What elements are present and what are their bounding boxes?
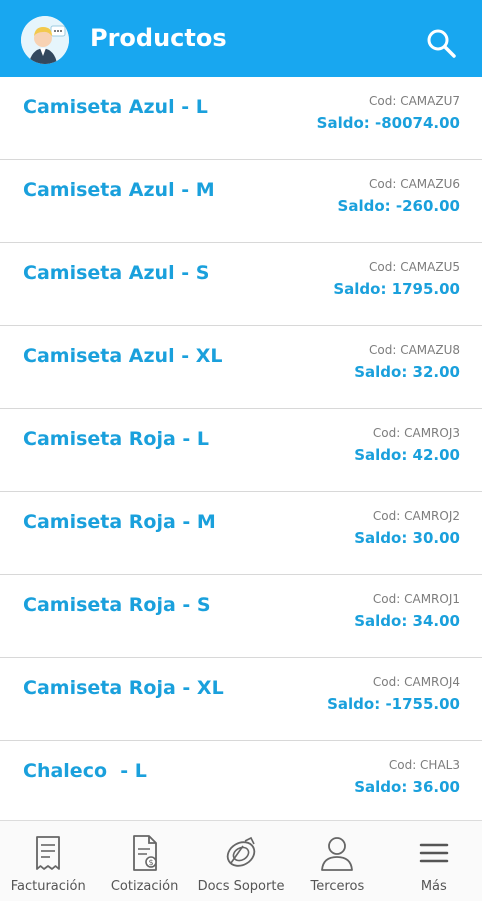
product-code: Cod: CAMROJ2 xyxy=(372,509,460,523)
person-icon xyxy=(321,837,354,871)
product-name: Camiseta Roja - L xyxy=(23,428,210,450)
svg-text:$: $ xyxy=(148,858,153,867)
user-avatar-icon[interactable] xyxy=(21,16,69,64)
product-balance: Saldo: -80074.00 xyxy=(316,114,460,132)
product-code: Cod: CAMAZU5 xyxy=(369,260,460,274)
product-balance: Saldo: -260.00 xyxy=(337,197,460,215)
product-code: Cod: CAMAZU7 xyxy=(369,94,460,108)
product-name: Camiseta Azul - XL xyxy=(23,345,223,367)
product-name: Camiseta Azul - L xyxy=(23,96,208,118)
product-row[interactable]: Camiseta Azul - M Cod: CAMAZU6 Saldo: -2… xyxy=(0,160,482,243)
search-icon[interactable] xyxy=(424,26,458,60)
product-list: Camiseta Azul - L Cod: CAMAZU7 Saldo: -8… xyxy=(0,77,482,824)
product-code: Cod: CAMROJ4 xyxy=(372,675,460,689)
nav-label: Docs Soporte xyxy=(197,879,285,894)
product-code: Cod: CAMAZU6 xyxy=(369,177,460,191)
nav-label: Terceros xyxy=(310,879,365,894)
product-name: Camiseta Roja - XL xyxy=(23,677,224,699)
menu-icon xyxy=(419,843,449,863)
product-code: Cod: CAMAZU8 xyxy=(369,343,460,357)
product-row[interactable]: Camiseta Roja - XL Cod: CAMROJ4 Saldo: -… xyxy=(0,658,482,741)
product-name: Camiseta Roja - M xyxy=(23,511,216,533)
product-code: Cod: CAMROJ1 xyxy=(372,592,460,606)
app-header: Productos xyxy=(0,0,482,77)
product-row[interactable]: Camiseta Roja - S Cod: CAMROJ1 Saldo: 34… xyxy=(0,575,482,658)
quote-document-icon: $ xyxy=(132,835,157,871)
nav-label: Cotización xyxy=(110,879,179,894)
product-row[interactable]: Camiseta Azul - L Cod: CAMAZU7 Saldo: -8… xyxy=(0,77,482,160)
product-balance: Saldo: 36.00 xyxy=(354,778,460,796)
support-docs-icon xyxy=(226,836,256,867)
product-name: Camiseta Azul - S xyxy=(23,262,210,284)
receipt-icon xyxy=(36,836,61,870)
product-row[interactable]: Camiseta Roja - M Cod: CAMROJ2 Saldo: 30… xyxy=(0,492,482,575)
product-code: Cod: CHAL3 xyxy=(388,758,460,772)
nav-label: Facturación xyxy=(10,879,86,894)
product-balance: Saldo: 34.00 xyxy=(354,612,460,630)
product-row[interactable]: Chaleco - L Cod: CHAL3 Saldo: 36.00 xyxy=(0,741,482,824)
product-row[interactable]: Camiseta Azul - S Cod: CAMAZU5 Saldo: 17… xyxy=(0,243,482,326)
product-balance: Saldo: 32.00 xyxy=(354,363,460,381)
product-code: Cod: CAMROJ3 xyxy=(372,426,460,440)
product-balance: Saldo: 42.00 xyxy=(354,446,460,464)
product-balance: Saldo: -1755.00 xyxy=(327,695,460,713)
product-balance: Saldo: 30.00 xyxy=(354,529,460,547)
product-row[interactable]: Camiseta Roja - L Cod: CAMROJ3 Saldo: 42… xyxy=(0,409,482,492)
product-name: Chaleco - L xyxy=(23,760,147,782)
bottom-navigation: Facturación $ Cotización Docs Soporte Te… xyxy=(0,820,482,901)
product-name: Camiseta Roja - S xyxy=(23,594,211,616)
page-title: Productos xyxy=(90,24,227,52)
nav-docs-soporte[interactable]: Docs Soporte xyxy=(193,821,289,901)
product-balance: Saldo: 1795.00 xyxy=(333,280,460,298)
nav-label: Más xyxy=(420,879,447,894)
nav-terceros[interactable]: Terceros xyxy=(289,821,385,901)
nav-facturacion[interactable]: Facturación xyxy=(0,821,96,901)
product-name: Camiseta Azul - M xyxy=(23,179,215,201)
nav-cotizacion[interactable]: $ Cotización xyxy=(96,821,192,901)
product-row[interactable]: Camiseta Azul - XL Cod: CAMAZU8 Saldo: 3… xyxy=(0,326,482,409)
nav-mas[interactable]: Más xyxy=(386,821,482,901)
